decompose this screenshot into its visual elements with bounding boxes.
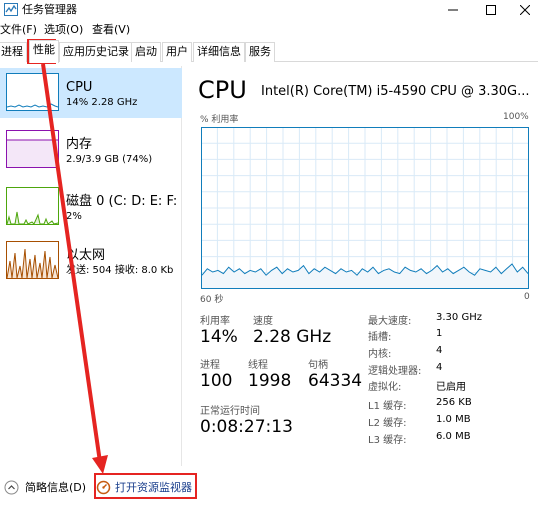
logical-processors-label: 逻辑处理器: [368,366,422,377]
memory-thumbnail-graph [6,130,59,168]
threads-value: 1998 [248,371,292,391]
resource-disk-title: 磁盘 0 (C: D: E: F: [66,194,178,209]
minimize-button[interactable] [438,0,468,20]
l1-cache-value: 256 KB [436,397,472,408]
tab-users[interactable]: 用户 [162,42,192,62]
handles-label: 句柄 [308,360,328,371]
menu-file[interactable]: 文件(F) [0,23,37,37]
l3-cache-label: L3 缓存: [368,435,407,446]
max-speed-label: 最大速度: [368,316,412,327]
sockets-label: 插槽: [368,332,392,343]
resource-disk-subtitle: 2% [66,211,82,222]
utilization-value: 14% [200,327,238,347]
processes-label: 进程 [200,360,220,371]
menu-bar: 文件(F) 选项(O) 查看(V) [0,21,538,39]
resource-memory[interactable]: 内存 2.9/3.9 GB (74%) [0,125,182,175]
tab-performance[interactable]: 性能 [29,40,59,63]
tab-processes[interactable]: 进程 [0,42,27,62]
task-manager-app-icon [4,3,18,16]
disk-thumbnail-graph [6,187,59,225]
cpu-model-name: Intel(R) Core(TM) i5-4590 CPU @ 3.30G... [261,84,530,99]
l1-cache-label: L1 缓存: [368,401,407,412]
cpu-utilization-graph [201,127,529,289]
task-manager-window: 任务管理器 文件(F) 选项(O) 查看(V) 进程 性能 应用历史记录 启动 … [0,0,538,510]
ethernet-thumbnail-graph [6,241,59,279]
logical-processors-value: 4 [436,362,443,373]
utilization-axis-label: % 利用率 [200,115,239,125]
utilization-label: 利用率 [200,316,230,327]
tab-startup[interactable]: 启动 [131,42,161,62]
speed-value: 2.28 GHz [253,327,332,347]
virtualization-value: 已启用 [436,382,466,393]
cpu-thumbnail-graph [6,73,59,111]
resource-cpu-title: CPU [66,80,93,95]
chevron-up-icon [4,480,19,494]
tab-details[interactable]: 详细信息 [193,42,245,62]
menu-options[interactable]: 选项(O) [44,23,83,37]
l2-cache-label: L2 缓存: [368,418,407,429]
speed-label: 速度 [253,316,273,327]
cpu-heading: CPU [198,76,247,104]
footer-bar: 简略信息(D) 打开资源监视器 [0,474,538,510]
time-axis-label: 60 秒 [200,295,224,305]
fewer-details-label: 简略信息(D) [25,481,87,494]
cpu-detail-panel: CPU Intel(R) Core(TM) i5-4590 CPU @ 3.30… [198,72,538,472]
resource-ethernet-subtitle: 发送: 504 接收: 8.0 Kb [66,265,174,276]
handles-value: 64334 [308,371,363,391]
window-title: 任务管理器 [22,3,77,16]
resource-ethernet-title: 以太网 [66,248,106,263]
tab-services[interactable]: 服务 [245,42,275,62]
minimize-icon [448,9,458,11]
resource-memory-subtitle: 2.9/3.9 GB (74%) [66,154,153,165]
tab-app-history[interactable]: 应用历史记录 [59,42,133,62]
menu-view[interactable]: 查看(V) [92,23,130,37]
title-bar: 任务管理器 [0,0,538,20]
cores-label: 内核: [368,349,392,360]
processes-value: 100 [200,371,233,391]
fewer-details-button[interactable]: 简略信息(D) [4,477,86,497]
threads-label: 线程 [248,360,268,371]
resource-list: CPU 14% 2.28 GHz 内存 2.9/3.9 GB (74%) 磁盘 … [0,66,182,466]
uptime-value: 0:08:27:13 [200,417,293,437]
time-axis-zero: 0 [524,292,530,302]
resource-monitor-highlight [94,473,197,499]
max-speed-value: 3.30 GHz [436,312,482,323]
virtualization-label: 虚拟化: [368,382,402,393]
resource-cpu[interactable]: CPU 14% 2.28 GHz [0,68,182,118]
resource-disk[interactable]: 磁盘 0 (C: D: E: F: 2% [0,182,182,232]
maximize-button[interactable] [476,0,506,20]
utilization-max-label: 100% [503,112,529,122]
maximize-icon [486,5,496,15]
close-icon [520,5,530,15]
resource-cpu-subtitle: 14% 2.28 GHz [66,97,138,108]
resource-ethernet[interactable]: 以太网 发送: 504 接收: 8.0 Kb [0,236,182,286]
tab-bar: 进程 性能 应用历史记录 启动 用户 详细信息 服务 [0,40,538,63]
uptime-label: 正常运行时间 [200,406,260,417]
sockets-value: 1 [436,328,443,339]
l3-cache-value: 6.0 MB [436,431,471,442]
l2-cache-value: 1.0 MB [436,414,471,425]
cores-value: 4 [436,345,443,356]
resource-memory-title: 内存 [66,137,93,152]
close-button[interactable] [510,0,538,20]
